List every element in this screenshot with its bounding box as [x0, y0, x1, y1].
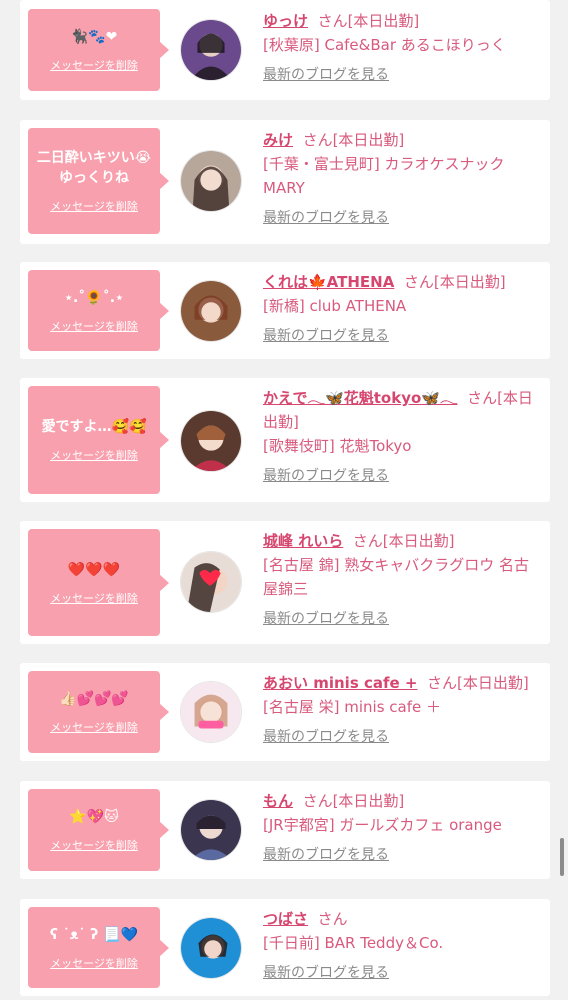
cast-name-link[interactable]: 城峰 れいら	[263, 532, 343, 550]
message-text: ❤️❤️❤️	[67, 561, 121, 578]
latest-blog-link[interactable]: 最新のブログを見る	[263, 843, 389, 867]
list-item: 👍🏻💕💕💕 メッセージを削除 あおい minis cafe + さん[本日出勤]…	[20, 663, 550, 761]
cast-status: さん[本日出勤]	[317, 12, 420, 30]
latest-blog-link[interactable]: 最新のブログを見る	[263, 725, 389, 749]
scrollbar-thumb[interactable]	[560, 838, 564, 876]
avatar[interactable]	[180, 799, 242, 861]
latest-blog-link[interactable]: 最新のブログを見る	[263, 324, 389, 348]
cast-name-link[interactable]: つばさ	[263, 910, 308, 928]
list-item: ⭐️💖🐱 メッセージを削除 もん さん[本日出勤] [JR宇都宮] ガールズカフ…	[20, 781, 550, 879]
message-text: 二日酔いキツい😭 ゆっくりね	[36, 150, 152, 186]
message-list: 🐈‍⬛🐾❤ メッセージを削除 ゆっけ さん[本日出勤] [秋葉原] Cafe&B…	[0, 0, 568, 1000]
item-info: もん さん[本日出勤] [JR宇都宮] ガールズカフェ orange 最新のブロ…	[263, 789, 543, 867]
list-item: 二日酔いキツい😭 ゆっくりね メッセージを削除 みけ さん[本日出勤] [千葉・…	[20, 120, 550, 244]
item-info: ゆっけ さん[本日出勤] [秋葉原] Cafe&Bar あるこほりっく 最新のブ…	[263, 9, 543, 87]
message-bubble: ⋆.˚🌻˚.⋆ メッセージを削除	[28, 270, 169, 351]
shop-name: [千葉・富士見町] カラオケスナック MARY	[263, 155, 505, 197]
message-bubble: 👍🏻💕💕💕 メッセージを削除	[28, 671, 169, 753]
avatar[interactable]	[180, 681, 242, 743]
latest-blog-link[interactable]: 最新のブログを見る	[263, 961, 389, 985]
cast-status: さん[本日出勤]	[352, 532, 455, 550]
shop-name: [秋葉原] Cafe&Bar あるこほりっく	[263, 36, 506, 54]
cast-status: さん[本日出勤]	[302, 131, 405, 149]
shop-name: [歌舞伎町] 花魁Tokyo	[263, 437, 412, 455]
message-bubble: 二日酔いキツい😭 ゆっくりね メッセージを削除	[28, 128, 169, 234]
cast-name-link[interactable]: かえで𓂃🦋花魁tokyo🦋𓂃	[263, 389, 458, 407]
cast-name-link[interactable]: あおい minis cafe +	[263, 674, 417, 692]
shop-name: [名古屋 錦] 熟女キャバクラグロウ 名古屋錦三	[263, 556, 530, 598]
list-item: ʕ ˙ᴥ˙ ʔ 📃💙 メッセージを削除 つばさ さん [千日前] BAR Ted…	[20, 899, 550, 996]
item-info: 城峰 れいら さん[本日出勤] [名古屋 錦] 熟女キャバクラグロウ 名古屋錦三…	[263, 529, 543, 631]
item-info: くれは🍁ATHENA さん[本日出勤] [新橋] club ATHENA 最新の…	[263, 270, 543, 348]
message-text: ⋆.˚🌻˚.⋆	[64, 289, 124, 306]
list-item: ⋆.˚🌻˚.⋆ メッセージを削除 くれは🍁ATHENA さん[本日出勤] [新橋…	[20, 262, 550, 359]
avatar[interactable]	[180, 150, 242, 212]
item-info: みけ さん[本日出勤] [千葉・富士見町] カラオケスナック MARY 最新のブ…	[263, 128, 543, 230]
message-bubble: ʕ ˙ᴥ˙ ʔ 📃💙 メッセージを削除	[28, 907, 169, 988]
delete-message-link[interactable]: メッセージを削除	[50, 447, 138, 463]
latest-blog-link[interactable]: 最新のブログを見る	[263, 63, 389, 87]
cast-name-link[interactable]: もん	[263, 792, 293, 810]
avatar[interactable]	[180, 280, 242, 342]
latest-blog-link[interactable]: 最新のブログを見る	[263, 206, 389, 230]
avatar[interactable]	[180, 19, 242, 81]
item-info: かえで𓂃🦋花魁tokyo🦋𓂃 さん[本日出勤] [歌舞伎町] 花魁Tokyo 最…	[263, 386, 543, 488]
cast-name-link[interactable]: くれは🍁ATHENA	[263, 273, 394, 291]
latest-blog-link[interactable]: 最新のブログを見る	[263, 607, 389, 631]
message-bubble: ❤️❤️❤️ メッセージを削除	[28, 529, 169, 636]
latest-blog-link[interactable]: 最新のブログを見る	[263, 464, 389, 488]
message-bubble: 🐈‍⬛🐾❤ メッセージを削除	[28, 9, 169, 91]
delete-message-link[interactable]: メッセージを削除	[50, 590, 138, 606]
cast-status: さん[本日出勤]	[302, 792, 405, 810]
cast-status: さん[本日出勤]	[403, 273, 506, 291]
delete-message-link[interactable]: メッセージを削除	[50, 955, 138, 971]
message-text: 🐈‍⬛🐾❤	[70, 29, 118, 45]
list-item: 🐈‍⬛🐾❤ メッセージを削除 ゆっけ さん[本日出勤] [秋葉原] Cafe&B…	[20, 0, 550, 100]
avatar[interactable]	[180, 410, 242, 472]
shop-name: [新橋] club ATHENA	[263, 297, 407, 315]
list-item: 愛ですよ…🥰🥰 メッセージを削除 かえで𓂃🦋花魁tokyo🦋𓂃 さん[本日出勤]…	[20, 378, 550, 502]
item-info: あおい minis cafe + さん[本日出勤] [名古屋 栄] minis …	[263, 671, 543, 749]
message-text: ⭐️💖🐱	[69, 809, 119, 825]
cast-name-link[interactable]: ゆっけ	[263, 12, 308, 30]
message-bubble: 愛ですよ…🥰🥰 メッセージを削除	[28, 386, 169, 494]
cast-name-link[interactable]: みけ	[263, 131, 293, 149]
message-bubble: ⭐️💖🐱 メッセージを削除	[28, 789, 169, 871]
message-text: ʕ ˙ᴥ˙ ʔ 📃💙	[49, 926, 139, 943]
avatar[interactable]	[180, 551, 242, 613]
delete-message-link[interactable]: メッセージを削除	[50, 318, 138, 334]
shop-name: [名古屋 栄] minis cafe ＋	[263, 698, 441, 716]
list-item: ❤️❤️❤️ メッセージを削除 城峰 れいら さん[本日出勤] [名古屋 錦] …	[20, 521, 550, 644]
message-text: 👍🏻💕💕💕	[59, 691, 129, 707]
cast-status: さん	[317, 910, 348, 928]
shop-name: [JR宇都宮] ガールズカフェ orange	[263, 816, 502, 834]
delete-message-link[interactable]: メッセージを削除	[50, 57, 138, 73]
delete-message-link[interactable]: メッセージを削除	[50, 198, 138, 214]
message-text: 愛ですよ…🥰🥰	[41, 419, 147, 435]
shop-name: [千日前] BAR Teddy＆Co.	[263, 934, 444, 952]
cast-status: さん[本日出勤]	[427, 674, 529, 692]
item-info: つばさ さん [千日前] BAR Teddy＆Co. 最新のブログを見る	[263, 907, 543, 985]
avatar[interactable]	[180, 917, 242, 979]
delete-message-link[interactable]: メッセージを削除	[50, 719, 138, 735]
delete-message-link[interactable]: メッセージを削除	[50, 837, 138, 853]
